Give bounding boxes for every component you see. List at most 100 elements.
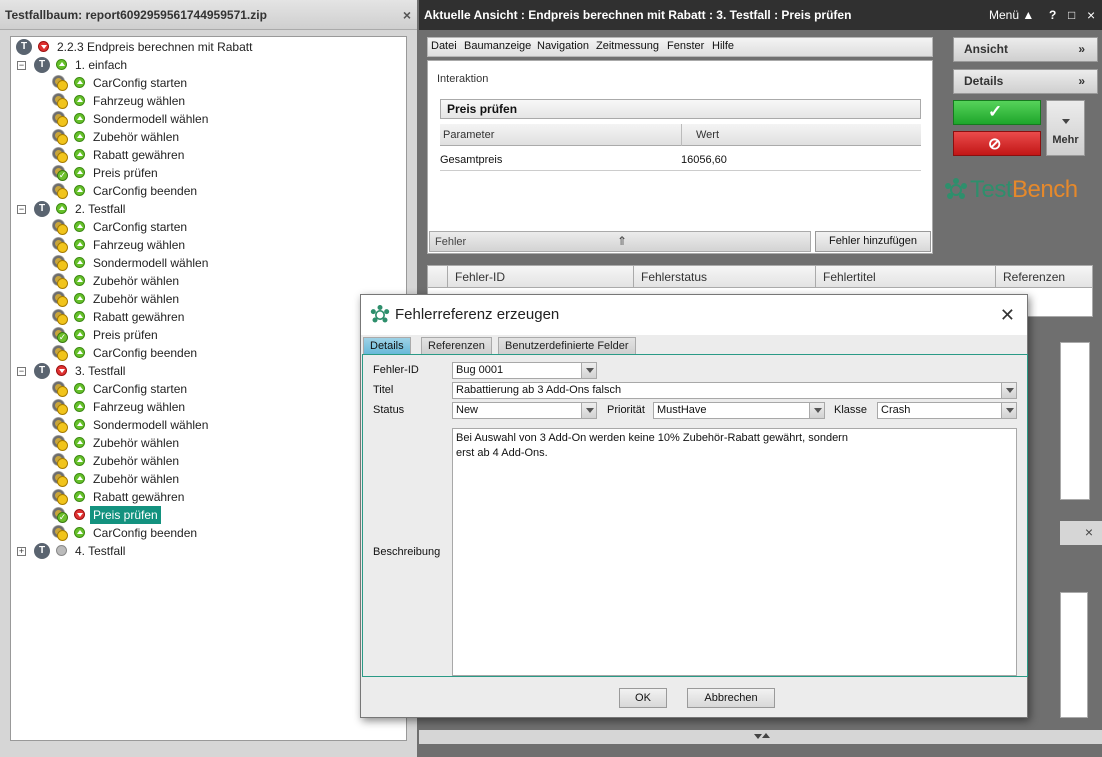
bottom-splitter[interactable] <box>419 730 1102 744</box>
column-header-fehlertitel[interactable]: Fehlertitel <box>816 266 996 288</box>
menu-hilfe[interactable]: Hilfe <box>712 40 734 52</box>
status-value: New <box>456 404 479 416</box>
add-error-button[interactable]: Fehler hinzufügen <box>815 231 931 252</box>
menu-dropdown-button[interactable]: Menü ▲ <box>989 0 1034 30</box>
tree-node-keyword[interactable]: CarConfig starten <box>11 380 401 398</box>
tree-node-keyword[interactable]: ✓ Preis prüfen <box>11 164 401 182</box>
fehler-label: Fehler <box>435 236 467 248</box>
tree-node-keyword[interactable]: ✓ Preis prüfen <box>11 506 401 524</box>
tree-node-keyword[interactable]: CarConfig starten <box>11 74 401 92</box>
tree-node-keyword[interactable]: Rabatt gewähren <box>11 488 401 506</box>
keyword-gear-icon <box>52 93 70 109</box>
tree-node-keyword[interactable]: Fahrzeug wählen <box>11 92 401 110</box>
menu-zeitmessung[interactable]: Zeitmessung <box>596 40 659 52</box>
menu-datei[interactable]: Datei <box>431 40 457 52</box>
tree-node-keyword[interactable]: Zubehör wählen <box>11 272 401 290</box>
tree-node-keyword[interactable]: Zubehör wählen <box>11 470 401 488</box>
prioritaet-label: Priorität <box>607 404 645 416</box>
ok-button[interactable]: OK <box>619 688 667 708</box>
cancel-button[interactable]: Abbrechen <box>687 688 775 708</box>
expand-icon[interactable]: + <box>17 547 26 556</box>
klasse-select[interactable]: Crash <box>877 402 1017 419</box>
collapse-icon[interactable]: − <box>17 367 26 376</box>
collapse-icon[interactable]: − <box>17 61 26 70</box>
tree-node-label: CarConfig beenden <box>93 526 198 540</box>
tree-node-label: Preis prüfen <box>93 328 158 342</box>
expand-up-icon[interactable]: ⇑ <box>617 234 627 248</box>
tree-node-keyword[interactable]: Fahrzeug wählen <box>11 398 401 416</box>
tree-node-label: Rabatt gewähren <box>93 148 185 162</box>
tree-panel-close-icon[interactable]: × <box>403 0 411 30</box>
titel-field[interactable]: Rabattierung ab 3 Add-Ons falsch <box>452 382 1017 399</box>
status-green-icon <box>74 311 85 322</box>
tree-node-testcase[interactable]: − T 3. Testfall <box>11 362 401 380</box>
status-red-icon <box>74 509 85 520</box>
check-icon: ✓ <box>988 102 1003 121</box>
column-header-wert: Wert <box>696 129 720 141</box>
help-icon[interactable]: ? <box>1049 0 1056 30</box>
create-error-reference-dialog: Fehlerreferenz erzeugen ✕ Details Refere… <box>360 294 1028 718</box>
keyword-gear-icon <box>52 129 70 145</box>
tree-node-label: Zubehör wählen <box>93 130 180 144</box>
mehr-button[interactable]: Mehr <box>1046 100 1085 156</box>
tree-node-keyword[interactable]: Sondermodell wählen <box>11 416 401 434</box>
interaction-name: Preis prüfen <box>440 99 921 119</box>
fehler-id-select[interactable]: Bug 0001 <box>452 362 597 379</box>
tree-node-testcase[interactable]: T 2.2.3 Endpreis berechnen mit Rabatt <box>11 38 401 56</box>
prioritaet-select[interactable]: MustHave <box>653 402 825 419</box>
tree-node-keyword[interactable]: Sondermodell wählen <box>11 110 401 128</box>
tree-node-keyword[interactable]: Rabatt gewähren <box>11 308 401 326</box>
column-header-fehlerstatus[interactable]: Fehlerstatus <box>634 266 816 288</box>
tree-node-keyword[interactable]: CarConfig beenden <box>11 524 401 542</box>
menu-navigation[interactable]: Navigation <box>537 40 589 52</box>
menu-fenster[interactable]: Fenster <box>667 40 704 52</box>
tab-referenzen[interactable]: Referenzen <box>421 337 492 354</box>
dropdown-arrow-icon <box>581 363 596 378</box>
tree-panel-title: Testfallbaum: report6092959561744959571.… <box>0 0 417 30</box>
tree-node-keyword[interactable]: Zubehör wählen <box>11 290 401 308</box>
tree-node-testcase[interactable]: + T 4. Testfall <box>11 542 401 560</box>
tree-node-keyword[interactable]: CarConfig beenden <box>11 344 401 362</box>
tree-node-testcase[interactable]: − T 2. Testfall <box>11 200 401 218</box>
prioritaet-value: MustHave <box>657 404 707 416</box>
dropdown-arrow-icon <box>1001 403 1016 418</box>
tree-node-keyword[interactable]: ✓ Preis prüfen <box>11 326 401 344</box>
table-row[interactable]: Gesamtpreis 16056,60 <box>440 149 921 171</box>
column-header-referenzen[interactable]: Referenzen <box>996 266 1092 288</box>
column-header-fehler-id[interactable]: Fehler-ID <box>448 266 634 288</box>
tree-node-keyword[interactable]: Zubehör wählen <box>11 128 401 146</box>
current-view-title: Aktuelle Ansicht : Endpreis berechnen mi… <box>424 8 852 22</box>
tab-benutzerdefinierte-felder[interactable]: Benutzerdefinierte Felder <box>498 337 636 354</box>
details-button[interactable]: Details » <box>953 69 1098 94</box>
status-select[interactable]: New <box>452 402 597 419</box>
collapse-icon[interactable]: − <box>17 205 26 214</box>
fehler-bar[interactable]: Fehler ⇑ <box>429 231 811 252</box>
dropdown-arrow-icon <box>809 403 824 418</box>
tree-node-testcase[interactable]: − T 1. einfach <box>11 56 401 74</box>
close-icon[interactable]: × <box>1087 0 1095 30</box>
pass-button[interactable]: ✓ <box>953 100 1041 125</box>
tree-node-keyword[interactable]: Rabatt gewähren <box>11 146 401 164</box>
test-tree[interactable]: T 2.2.3 Endpreis berechnen mit Rabatt − T 1.… <box>10 36 407 741</box>
status-red-icon <box>38 41 49 52</box>
tree-node-keyword[interactable]: Zubehör wählen <box>11 452 401 470</box>
ansicht-button[interactable]: Ansicht » <box>953 37 1098 62</box>
tree-node-keyword[interactable]: CarConfig beenden <box>11 182 401 200</box>
tree-node-label: CarConfig starten <box>93 76 188 90</box>
maximize-icon[interactable]: □ <box>1068 0 1075 30</box>
beschreibung-textarea[interactable]: Bei Auswahl von 3 Add-On werden keine 10… <box>452 428 1017 676</box>
fehler-id-value: Bug 0001 <box>456 364 504 376</box>
tree-node-keyword[interactable]: Sondermodell wählen <box>11 254 401 272</box>
side-panel-area-lower <box>1060 592 1088 718</box>
column-header-parameter: Parameter <box>443 129 495 141</box>
side-panel-close-icon[interactable]: × <box>1085 524 1093 540</box>
tree-node-keyword[interactable]: CarConfig starten <box>11 218 401 236</box>
keyword-gear-icon <box>52 75 70 91</box>
status-green-icon <box>74 221 85 232</box>
dialog-close-icon[interactable]: ✕ <box>1000 295 1015 335</box>
tree-node-keyword[interactable]: Zubehör wählen <box>11 434 401 452</box>
fail-button[interactable]: ⊘ <box>953 131 1041 156</box>
menu-baumanzeige[interactable]: Baumanzeige <box>464 40 531 52</box>
tree-node-keyword[interactable]: Fahrzeug wählen <box>11 236 401 254</box>
tab-details[interactable]: Details <box>363 337 411 354</box>
